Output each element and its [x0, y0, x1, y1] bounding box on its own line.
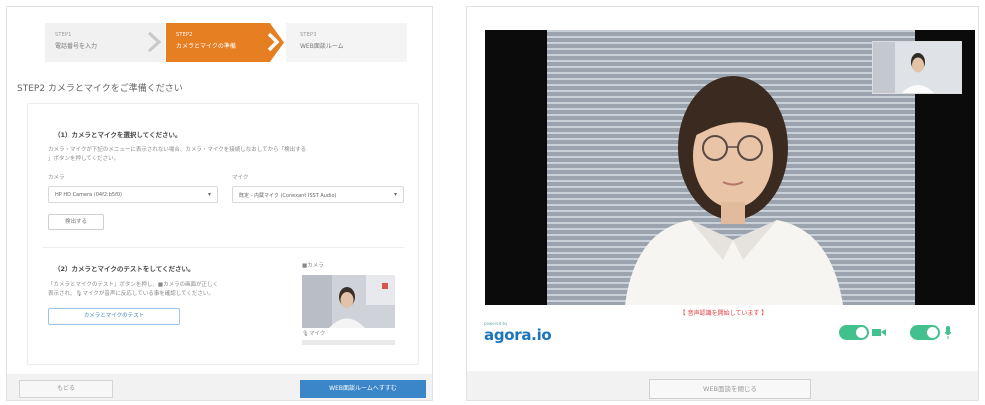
mic-level-meter — [302, 340, 395, 345]
meeting-room-panel: 【 音声認識を開始しています 】 powered by agora.io WEB… — [466, 6, 979, 401]
detect-button[interactable]: 検出する — [48, 214, 104, 230]
agora-logo: agora.io — [484, 326, 552, 344]
page-title: STEP2 カメラとマイクをご準備ください — [17, 84, 183, 94]
camera-preview-label: ■カメラ — [302, 263, 324, 269]
step-3: STEP3 WEB面談ルーム — [286, 23, 407, 62]
step-3-label: WEB面談ルーム — [300, 43, 344, 50]
section-2-desc-2: 表示され、🎙マイクが音声に反応している事を確認してください。 — [48, 291, 214, 297]
mic-label: マイク — [232, 175, 249, 181]
recording-status: 【 音声認識を開始しています 】 — [679, 310, 768, 317]
chevron-right-icon — [147, 31, 162, 53]
camera-select-value: HP HD Camera (04f2:b5f0) — [55, 192, 122, 198]
step-3-number: STEP3 — [300, 32, 317, 38]
caret-down-icon: ▾ — [207, 191, 211, 198]
setup-footer: もどる WEB面談ルームへすすむ — [7, 374, 432, 400]
step-2-active: STEP2 カメラとマイクの準備 — [166, 23, 284, 62]
camera-toggle[interactable] — [839, 325, 869, 340]
self-view-video — [872, 41, 962, 94]
close-meeting-button[interactable]: WEB面談を閉じる — [649, 379, 811, 399]
room-footer: WEB面談を閉じる — [467, 371, 978, 400]
setup-card: （1）カメラとマイクを選択してください。 カメラ・マイクが下記のメニューに表示さ… — [27, 103, 419, 365]
camera-preview-image — [302, 275, 395, 328]
mic-select-value: 既定 - 内蔵マイク (Conexant ISST Audio) — [239, 193, 337, 199]
section-1-desc-1: カメラ・マイクが下記のメニューに表示されない場合、カメラ・マイクを接続しなおして… — [48, 147, 307, 153]
mic-level-label: 🎙マイク — [302, 331, 326, 337]
toggle-knob — [856, 327, 867, 338]
enter-room-button[interactable]: WEB面談ルームへすすむ — [300, 380, 426, 398]
camera-preview — [302, 275, 395, 328]
section-1-desc-2: 」ボタンを押してください。 — [48, 156, 120, 162]
section-divider — [42, 247, 404, 248]
stepper: STEP1 電話番号を入力 STEP2 カメラとマイクの準備 STEP3 WEB… — [45, 23, 407, 62]
chevron-right-icon — [267, 32, 280, 52]
camera-select[interactable]: HP HD Camera (04f2:b5f0) ▾ — [48, 186, 218, 203]
mic-select[interactable]: 既定 - 内蔵マイク (Conexant ISST Audio) ▾ — [232, 186, 404, 203]
section-2-desc-1: 「カメラとマイクのテスト」ボタンを押し、■カメラの画面が正しく — [48, 282, 219, 288]
caret-down-icon: ▾ — [393, 191, 397, 198]
back-button[interactable]: もどる — [19, 380, 113, 398]
section-2-title: （2）カメラとマイクのテストをしてください。 — [54, 265, 195, 273]
section-1-title: （1）カメラとマイクを選択してください。 — [54, 131, 182, 139]
video-camera-icon — [872, 329, 886, 336]
microphone-icon — [944, 326, 952, 339]
camera-mic-test-button[interactable]: カメラとマイクのテスト — [48, 308, 180, 325]
device-setup-panel: STEP1 電話番号を入力 STEP2 カメラとマイクの準備 STEP3 WEB… — [6, 6, 433, 401]
mic-toggle[interactable] — [910, 325, 940, 340]
camera-label: カメラ — [48, 175, 65, 181]
self-view-image — [873, 42, 961, 93]
toggle-knob — [927, 327, 938, 338]
